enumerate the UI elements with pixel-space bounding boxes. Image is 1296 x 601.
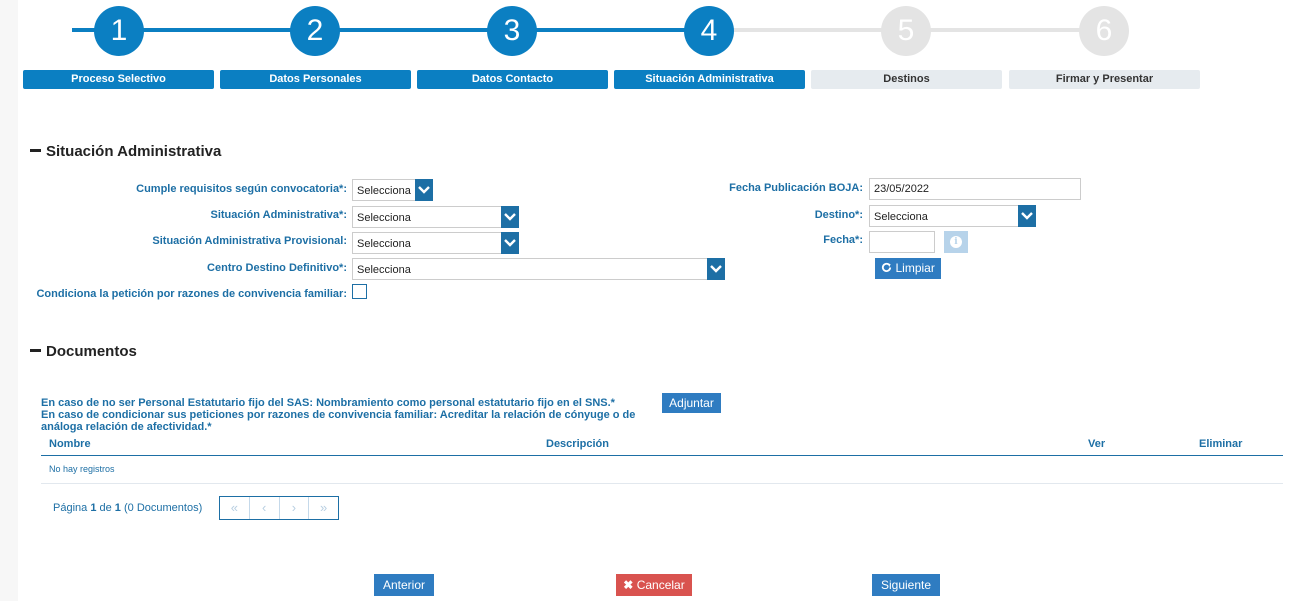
fecha-boja-field[interactable]: 23/05/2022 bbox=[869, 178, 1081, 200]
col-ver: Ver bbox=[1088, 438, 1106, 450]
doc-requirement-1: En caso de no ser Personal Estatutario f… bbox=[41, 397, 615, 409]
step-4-label[interactable]: Situación Administrativa bbox=[614, 70, 805, 89]
step-1-label[interactable]: Proceso Selectivo bbox=[23, 70, 214, 89]
condiciona-label: Condiciona la petición por razones de co… bbox=[36, 288, 347, 300]
step-6-label: Firmar y Presentar bbox=[1009, 70, 1200, 89]
centro-select-value: Selecciona bbox=[357, 264, 411, 276]
adjuntar-button[interactable]: Adjuntar bbox=[662, 393, 721, 413]
centro-select[interactable]: Selecciona bbox=[352, 258, 725, 280]
situacion-label: Situación Administrativa*: bbox=[210, 209, 347, 221]
table-bottom-divider bbox=[41, 483, 1283, 484]
centro-label: Centro Destino Definitivo*: bbox=[207, 262, 347, 274]
next-page-icon[interactable]: › bbox=[280, 497, 310, 519]
section-title-situacion[interactable]: Situación Administrativa bbox=[30, 143, 221, 160]
cumple-select-value: Selecciona bbox=[357, 185, 411, 197]
fecha-label: Fecha*: bbox=[823, 234, 863, 246]
cumple-label: Cumple requisitos según convocatoria*: bbox=[136, 183, 347, 195]
collapse-icon bbox=[30, 149, 41, 153]
last-page-icon[interactable]: » bbox=[309, 497, 338, 519]
collapse-icon bbox=[30, 349, 41, 353]
condiciona-checkbox[interactable] bbox=[352, 284, 367, 299]
step-1-circle[interactable]: 1 bbox=[94, 6, 144, 56]
fecha-boja-label: Fecha Publicación BOJA: bbox=[729, 182, 863, 194]
cancelar-text: Cancelar bbox=[636, 578, 685, 592]
table-header-divider bbox=[41, 455, 1283, 456]
doc-requirement-2b: análoga relación de afectividad.* bbox=[41, 421, 212, 433]
provisional-label: Situación Administrativa Provisional: bbox=[152, 235, 347, 247]
step-5-label: Destinos bbox=[811, 70, 1002, 89]
chevron-down-icon[interactable] bbox=[501, 206, 519, 228]
info-icon[interactable]: i bbox=[944, 231, 968, 253]
destino-label: Destino*: bbox=[814, 209, 863, 221]
situacion-select-value: Selecciona bbox=[357, 212, 411, 224]
limpiar-text: Limpiar bbox=[895, 261, 935, 275]
col-descripcion: Descripción bbox=[546, 438, 609, 450]
refresh-icon bbox=[882, 262, 892, 272]
fecha-field[interactable] bbox=[869, 231, 935, 253]
doc-requirement-2a: En caso de condicionar sus peticiones po… bbox=[41, 409, 636, 421]
close-icon: ✖ bbox=[623, 578, 634, 592]
section-title-documentos[interactable]: Documentos bbox=[30, 343, 137, 360]
destino-select-value: Selecciona bbox=[874, 211, 928, 223]
step-6-circle: 6 bbox=[1079, 6, 1129, 56]
documentos-title-text: Documentos bbox=[46, 343, 137, 360]
pagination-controls: « ‹ › » bbox=[219, 496, 339, 520]
step-4-circle[interactable]: 4 bbox=[684, 6, 734, 56]
step-2-label[interactable]: Datos Personales bbox=[220, 70, 411, 89]
chevron-down-icon[interactable] bbox=[415, 179, 433, 201]
provisional-select-value: Selecciona bbox=[357, 238, 411, 250]
progress-line-done bbox=[72, 28, 688, 32]
empty-table-message: No hay registros bbox=[49, 464, 115, 474]
step-3-label[interactable]: Datos Contacto bbox=[417, 70, 608, 89]
cumple-select[interactable]: Selecciona bbox=[352, 179, 433, 201]
prev-page-icon[interactable]: ‹ bbox=[250, 497, 280, 519]
wizard-stepper: 1 2 3 4 5 6 Proceso Selectivo Datos Pers… bbox=[0, 0, 1296, 100]
situacion-title-text: Situación Administrativa bbox=[46, 143, 222, 160]
chevron-down-icon[interactable] bbox=[501, 232, 519, 254]
first-page-icon[interactable]: « bbox=[220, 497, 250, 519]
cancelar-button[interactable]: ✖ Cancelar bbox=[616, 574, 692, 596]
step-5-circle: 5 bbox=[881, 6, 931, 56]
col-eliminar: Eliminar bbox=[1199, 438, 1243, 450]
step-3-circle[interactable]: 3 bbox=[487, 6, 537, 56]
chevron-down-icon[interactable] bbox=[707, 258, 725, 280]
anterior-button[interactable]: Anterior bbox=[374, 574, 434, 596]
siguiente-button[interactable]: Siguiente bbox=[872, 574, 940, 596]
provisional-select[interactable]: Selecciona bbox=[352, 232, 519, 254]
limpiar-button[interactable]: Limpiar bbox=[875, 258, 941, 279]
col-nombre: Nombre bbox=[49, 438, 91, 450]
destino-select[interactable]: Selecciona bbox=[869, 205, 1036, 227]
step-2-circle[interactable]: 2 bbox=[290, 6, 340, 56]
situacion-select[interactable]: Selecciona bbox=[352, 206, 519, 228]
chevron-down-icon[interactable] bbox=[1018, 205, 1036, 227]
pagination-info: Página 1 de 1 (0 Documentos) bbox=[53, 502, 203, 514]
